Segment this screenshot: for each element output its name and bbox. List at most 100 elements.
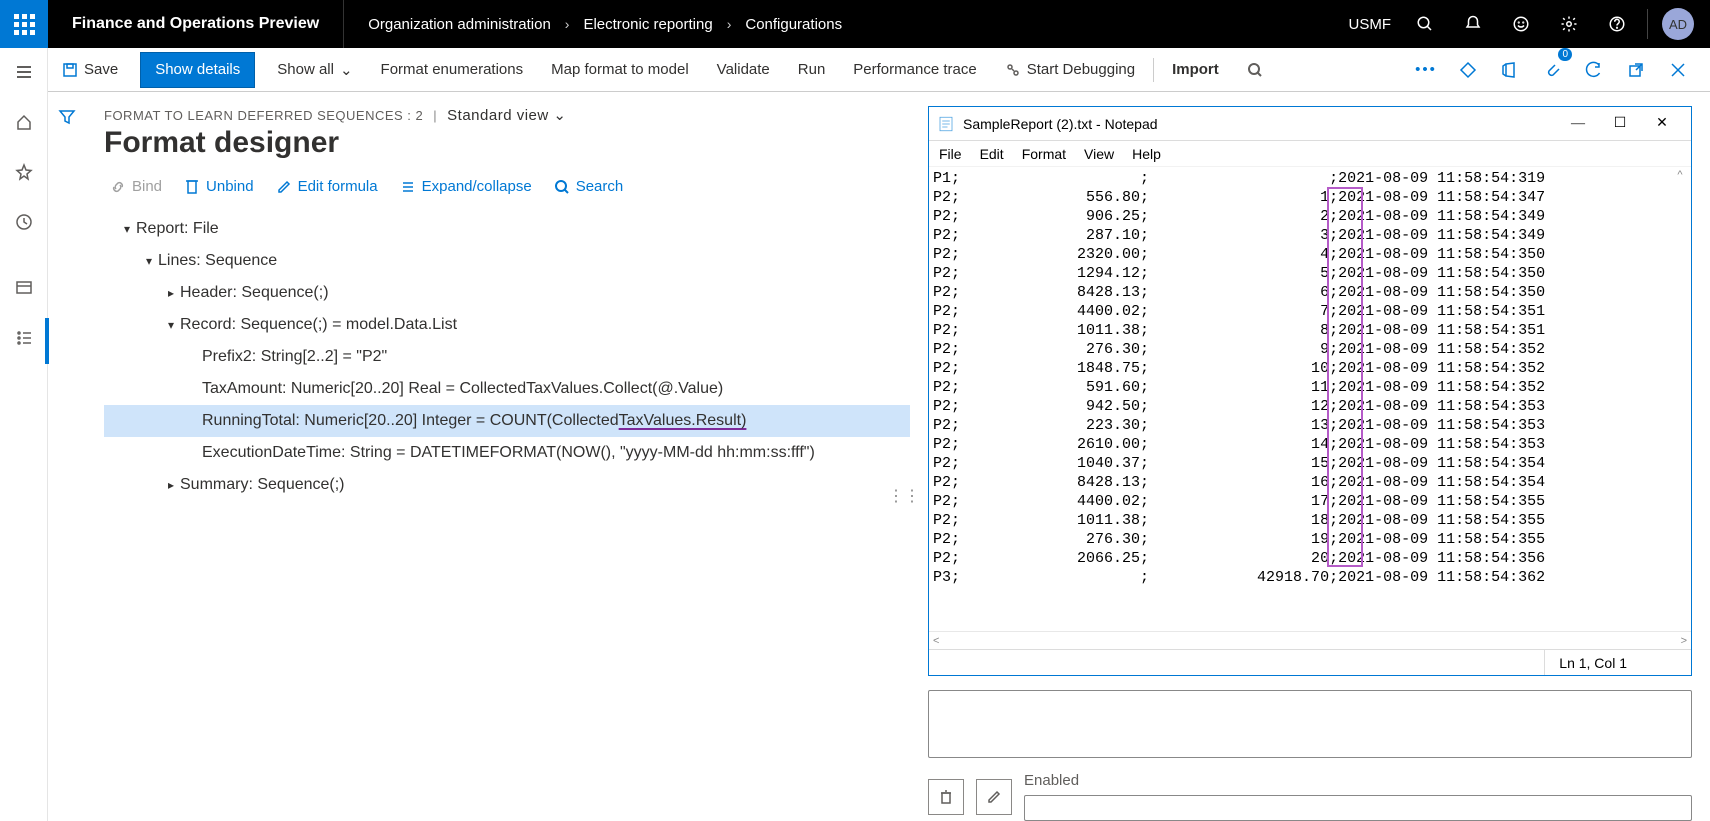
cursor-position: Ln 1, Col 1 (1544, 650, 1641, 675)
clock-icon[interactable] (0, 202, 48, 242)
user-avatar[interactable]: AD (1656, 0, 1700, 48)
refresh-icon[interactable] (1576, 52, 1612, 88)
breadcrumb: Organization administration › Electronic… (344, 16, 1340, 33)
tree-row[interactable]: ExecutionDateTime: String = DATETIMEFORM… (104, 437, 910, 469)
save-button[interactable]: Save (48, 52, 132, 88)
debug-icon (1005, 62, 1021, 78)
star-icon[interactable] (0, 152, 48, 192)
help-icon[interactable] (1595, 0, 1639, 48)
action-search-button[interactable] (1233, 52, 1277, 88)
run-button[interactable]: Run (784, 52, 840, 88)
hamburger-icon[interactable] (0, 52, 48, 92)
scrollbar-horizontal[interactable]: <> (929, 631, 1691, 649)
app-launcher[interactable] (0, 0, 48, 48)
tree-label: ExecutionDateTime: String = DATETIMEFORM… (202, 444, 827, 462)
caret-right-icon[interactable]: ▸ (162, 478, 180, 492)
chevron-down-icon: ⌄ (553, 107, 566, 124)
edit-button[interactable] (976, 779, 1012, 815)
start-debugging-button[interactable]: Start Debugging (991, 52, 1149, 88)
tree-row[interactable]: ▾Record: Sequence(;) = model.Data.List (104, 309, 910, 341)
enabled-field[interactable] (1024, 795, 1692, 821)
waffle-icon (14, 14, 35, 35)
app-title: Finance and Operations Preview (48, 0, 344, 48)
tree-label: Record: Sequence(;) = model.Data.List (180, 316, 469, 334)
bell-icon[interactable] (1451, 0, 1495, 48)
menu-format[interactable]: Format (1022, 146, 1066, 162)
tree-label: Lines: Sequence (158, 252, 289, 270)
close-icon[interactable] (1660, 52, 1696, 88)
tree-label: Report: File (136, 220, 231, 238)
notepad-icon (937, 115, 955, 133)
tree-row[interactable]: Prefix2: String[2..2] = "P2" (104, 341, 910, 373)
unbind-button[interactable]: Unbind (184, 178, 254, 195)
performance-trace-button[interactable]: Performance trace (839, 52, 990, 88)
format-enumerations-button[interactable]: Format enumerations (367, 52, 538, 88)
notepad-title: SampleReport (2).txt - Notepad (963, 116, 1557, 132)
view-selector[interactable]: Standard view ⌄ (447, 106, 566, 124)
rail-selection-indicator (45, 318, 49, 364)
show-details-button[interactable]: Show details (140, 52, 255, 88)
delete-button[interactable] (928, 779, 964, 815)
gear-icon[interactable] (1547, 0, 1591, 48)
expand-collapse-button[interactable]: Expand/collapse (400, 178, 532, 195)
maximize-button[interactable]: ☐ (1599, 115, 1641, 132)
close-button[interactable]: ✕ (1641, 115, 1683, 132)
module-icon[interactable] (0, 268, 48, 308)
scrollbar-vertical[interactable]: ^ (1671, 169, 1689, 611)
validate-button[interactable]: Validate (703, 52, 784, 88)
notepad-window: SampleReport (2).txt - Notepad ― ☐ ✕ Fil… (928, 106, 1692, 676)
tree-row[interactable]: TaxAmount: Numeric[20..20] Real = Collec… (104, 373, 910, 405)
caret-down-icon[interactable]: ▾ (118, 222, 136, 236)
office-icon[interactable] (1492, 52, 1528, 88)
tree-label: TaxAmount: Numeric[20..20] Real = Collec… (202, 380, 735, 398)
format-tree: ▾Report: File▾Lines: Sequence▸Header: Se… (104, 213, 910, 501)
menu-edit[interactable]: Edit (980, 146, 1004, 162)
content: FORMAT TO LEARN DEFERRED SEQUENCES : 2 |… (48, 92, 1710, 821)
caret-down-icon[interactable]: ▾ (140, 254, 158, 268)
breadcrumb-item[interactable]: Configurations (745, 16, 842, 33)
topbar-right: USMF AD (1341, 0, 1710, 48)
show-all-button[interactable]: Show all⌄ (263, 52, 366, 88)
edit-formula-button[interactable]: Edit formula (276, 178, 378, 195)
tree-row[interactable]: ▸Header: Sequence(;) (104, 277, 910, 309)
tree-row[interactable]: RunningTotal: Numeric[20..20] Integer = … (104, 405, 910, 437)
tree-row[interactable]: ▸Summary: Sequence(;) (104, 469, 910, 501)
home-icon[interactable] (0, 102, 48, 142)
menu-help[interactable]: Help (1132, 146, 1161, 162)
tree-label: Header: Sequence(;) (180, 284, 341, 302)
menu-view[interactable]: View (1084, 146, 1114, 162)
chevron-down-icon: ⌄ (340, 61, 353, 79)
more-icon[interactable]: ••• (1408, 52, 1444, 88)
tree-row[interactable]: ▾Lines: Sequence (104, 245, 910, 277)
legal-entity[interactable]: USMF (1341, 16, 1400, 33)
diamond-icon[interactable] (1450, 52, 1486, 88)
save-icon (62, 62, 78, 78)
caret-down-icon[interactable]: ▾ (162, 318, 180, 332)
breadcrumb-item[interactable]: Organization administration (368, 16, 551, 33)
action-bar: Save Show details Show all⌄ Format enume… (0, 48, 1710, 92)
smiley-icon[interactable] (1499, 0, 1543, 48)
splitter-handle[interactable]: ⋮⋮ (888, 486, 920, 506)
tree-row[interactable]: ▾Report: File (104, 213, 910, 245)
minimize-button[interactable]: ― (1557, 116, 1599, 132)
list-icon[interactable] (0, 318, 48, 358)
enabled-label: Enabled (1024, 772, 1692, 789)
popout-icon[interactable] (1618, 52, 1654, 88)
notepad-titlebar[interactable]: SampleReport (2).txt - Notepad ― ☐ ✕ (929, 107, 1691, 141)
map-format-button[interactable]: Map format to model (537, 52, 703, 88)
notepad-statusbar: Ln 1, Col 1 (929, 649, 1691, 675)
breadcrumb-item[interactable]: Electronic reporting (583, 16, 712, 33)
notepad-text: P1; ; ;2021-08-09 11:58:54:319 P2; 556.8… (933, 169, 1687, 587)
topbar: Finance and Operations Preview Organizat… (0, 0, 1710, 48)
import-button[interactable]: Import (1158, 52, 1233, 88)
chevron-right-icon: › (565, 16, 570, 32)
menu-file[interactable]: File (939, 146, 962, 162)
detail-box[interactable] (928, 690, 1692, 758)
search-button[interactable]: Search (554, 178, 624, 195)
notepad-body[interactable]: P1; ; ;2021-08-09 11:58:54:319 P2; 556.8… (929, 167, 1691, 631)
caret-right-icon[interactable]: ▸ (162, 286, 180, 300)
filter-icon[interactable] (58, 106, 94, 501)
search-icon[interactable] (1403, 0, 1447, 48)
bind-button[interactable]: Bind (110, 178, 162, 195)
attachments-icon[interactable]: 0 (1534, 52, 1570, 88)
